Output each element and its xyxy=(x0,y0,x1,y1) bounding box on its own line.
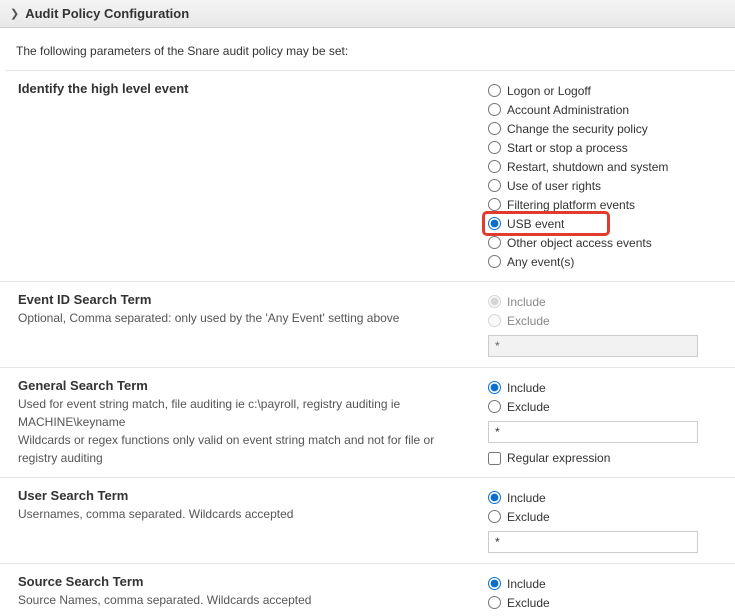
radio-source-exclude[interactable] xyxy=(488,596,501,609)
radio-filtering-label: Filtering platform events xyxy=(507,198,635,212)
radio-user-exclude[interactable] xyxy=(488,510,501,523)
radio-security-policy[interactable] xyxy=(488,122,501,135)
panel-title: Audit Policy Configuration xyxy=(25,6,189,21)
highlevel-label: Identify the high level event xyxy=(18,81,468,96)
source-label: Source Search Term xyxy=(18,574,468,589)
general-input[interactable] xyxy=(488,421,698,443)
eventid-desc: Optional, Comma separated: only used by … xyxy=(18,309,468,327)
radio-any-event[interactable] xyxy=(488,255,501,268)
radio-security-policy-label: Change the security policy xyxy=(507,122,648,136)
general-include-label: Include xyxy=(507,381,546,395)
general-desc2: Wildcards or regex functions only valid … xyxy=(18,431,468,467)
radio-usb-event[interactable] xyxy=(488,217,501,230)
radio-restart[interactable] xyxy=(488,160,501,173)
checkbox-regex[interactable] xyxy=(488,452,501,465)
eventid-input xyxy=(488,335,698,357)
general-desc1: Used for event string match, file auditi… xyxy=(18,395,468,431)
radio-eventid-exclude xyxy=(488,314,501,327)
radio-account-admin-label: Account Administration xyxy=(507,103,629,117)
radio-user-rights-label: Use of user rights xyxy=(507,179,601,193)
radio-filtering[interactable] xyxy=(488,198,501,211)
source-exclude-label: Exclude xyxy=(507,596,550,610)
radio-general-exclude[interactable] xyxy=(488,400,501,413)
radio-logon-label: Logon or Logoff xyxy=(507,84,591,98)
radio-source-include[interactable] xyxy=(488,577,501,590)
eventid-label: Event ID Search Term xyxy=(18,292,468,307)
radio-user-include[interactable] xyxy=(488,491,501,504)
eventid-exclude-label: Exclude xyxy=(507,314,550,328)
radio-eventid-include xyxy=(488,295,501,308)
source-include-label: Include xyxy=(507,577,546,591)
radio-logon[interactable] xyxy=(488,84,501,97)
radio-process-label: Start or stop a process xyxy=(507,141,628,155)
radio-restart-label: Restart, shutdown and system xyxy=(507,160,668,174)
section-user: User Search Term Usernames, comma separa… xyxy=(0,478,735,564)
radio-process[interactable] xyxy=(488,141,501,154)
chevron-right-icon: ❯ xyxy=(10,7,19,20)
general-exclude-label: Exclude xyxy=(507,400,550,414)
eventid-include-label: Include xyxy=(507,295,546,309)
radio-account-admin[interactable] xyxy=(488,103,501,116)
section-source: Source Search Term Source Names, comma s… xyxy=(0,564,735,616)
highlevel-options: Logon or Logoff Account Administration C… xyxy=(488,81,725,271)
user-input[interactable] xyxy=(488,531,698,553)
source-desc: Source Names, comma separated. Wildcards… xyxy=(18,591,468,609)
panel-header[interactable]: ❯ Audit Policy Configuration xyxy=(0,0,735,28)
section-general: General Search Term Used for event strin… xyxy=(0,368,735,478)
radio-usb-event-label: USB event xyxy=(507,217,564,231)
general-label: General Search Term xyxy=(18,378,468,393)
user-desc: Usernames, comma separated. Wildcards ac… xyxy=(18,505,468,523)
user-exclude-label: Exclude xyxy=(507,510,550,524)
radio-other-object-label: Other object access events xyxy=(507,236,652,250)
radio-user-rights[interactable] xyxy=(488,179,501,192)
section-highlevel: Identify the high level event Logon or L… xyxy=(0,71,735,282)
radio-other-object[interactable] xyxy=(488,236,501,249)
user-include-label: Include xyxy=(507,491,546,505)
regex-label: Regular expression xyxy=(507,451,610,465)
radio-general-include[interactable] xyxy=(488,381,501,394)
user-label: User Search Term xyxy=(18,488,468,503)
section-eventid: Event ID Search Term Optional, Comma sep… xyxy=(0,282,735,368)
intro-text: The following parameters of the Snare au… xyxy=(6,28,735,71)
radio-any-event-label: Any event(s) xyxy=(507,255,574,269)
